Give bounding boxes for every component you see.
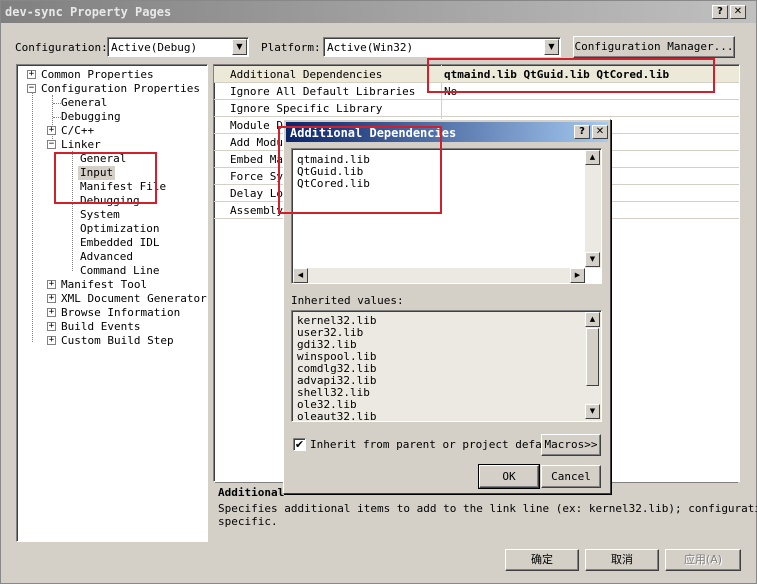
inherited-vscrollbar[interactable]: ▲ ▼ [585,312,601,420]
highlight-box-entries [278,126,442,214]
scroll-left-icon[interactable]: ◀ [293,268,308,283]
scroll-up-icon[interactable]: ▲ [585,150,600,165]
inherit-checkbox-label: Inherit from parent or project default [310,438,562,451]
tree-configuration-properties[interactable]: Configuration Properties [41,82,200,96]
configuration-manager-label: Configuration Manager... [574,40,734,53]
expand-icon[interactable]: + [47,322,56,331]
tree-general[interactable]: General [61,96,107,110]
expand-icon[interactable]: + [47,280,56,289]
ok-label: 确定 [531,553,553,566]
cancel-label: 取消 [611,553,633,566]
expand-icon[interactable]: + [27,70,36,79]
expand-icon[interactable]: + [47,126,56,135]
popup-cancel-label: Cancel [551,470,591,483]
inherited-values-label: Inherited values: [291,294,404,307]
configuration-manager-button[interactable]: Configuration Manager... [573,36,735,58]
description-text-1: Specifies additional items to add to the… [218,502,757,515]
description-text-2: specific. [218,515,278,528]
tree-linker-embedded-idl[interactable]: Embedded IDL [80,236,159,250]
popup-cancel-button[interactable]: Cancel [541,465,601,488]
macros-button[interactable]: Macros>> [541,434,601,456]
scroll-right-icon[interactable]: ▶ [570,268,585,283]
tree-linker[interactable]: Linker [61,138,101,152]
title-bar: dev-sync Property Pages ? ✕ [1,1,756,23]
tree-linker-advanced[interactable]: Advanced [80,250,133,264]
tree-build-events[interactable]: Build Events [61,320,140,334]
tree-manifest-tool[interactable]: Manifest Tool [61,278,147,292]
scroll-thumb[interactable] [586,328,599,386]
grid-row-ignore-specific[interactable]: Ignore Specific Library [214,100,739,117]
apply-button[interactable]: 应用(A) [665,549,741,571]
platform-label: Platform: [261,41,321,54]
inherited-entry: oleaut32.lib [297,410,377,423]
category-tree: + Common Properties − Configuration Prop… [16,64,208,542]
inherited-values-list: kernel32.lib user32.lib gdi32.lib winspo… [291,310,602,423]
highlight-box-input [54,152,157,204]
tree-debugging[interactable]: Debugging [61,110,121,124]
grid-row-name: Ignore All Default Libraries [230,85,416,98]
expand-icon[interactable]: + [47,308,56,317]
tree-common-properties[interactable]: Common Properties [41,68,154,82]
popup-help-button[interactable]: ? [574,125,590,139]
description-title: Additional [218,486,285,499]
tree-xml-document-generator[interactable]: XML Document Generator [61,292,207,306]
popup-ok-button[interactable]: OK [478,464,540,489]
tree-cpp[interactable]: C/C++ [61,124,94,138]
platform-value: Active(Win32) [327,41,414,54]
close-icon[interactable]: ✕ [730,5,746,19]
chevron-down-icon[interactable]: ▼ [544,39,559,55]
tree-linker-command-line[interactable]: Command Line [80,264,159,278]
tree-linker-system[interactable]: System [80,208,120,222]
popup-ok-label: OK [502,470,516,483]
collapse-icon[interactable]: − [27,84,36,93]
grid-row-name: Additional Dependencies [230,68,383,81]
help-button[interactable]: ? [712,5,728,19]
grid-row-name: Ignore Specific Library [230,102,383,115]
window-title: dev-sync Property Pages [5,5,172,19]
cancel-button[interactable]: 取消 [585,549,659,571]
expand-icon[interactable]: + [47,336,56,345]
ok-button[interactable]: 确定 [505,549,579,571]
configuration-label: Configuration: [15,41,108,54]
textarea-hscrollbar[interactable]: ◀ ▶ [293,268,585,283]
scroll-up-icon[interactable]: ▲ [585,312,600,327]
platform-select[interactable]: Active(Win32) ▼ [323,37,561,57]
macros-label: Macros>> [544,438,598,451]
chevron-down-icon[interactable]: ▼ [232,39,247,55]
tree-custom-build-step[interactable]: Custom Build Step [61,334,174,348]
configuration-value: Active(Debug) [111,41,198,54]
tree-browse-information[interactable]: Browse Information [61,306,180,320]
popup-close-icon[interactable]: ✕ [592,125,608,139]
apply-label: 应用(A) [683,553,723,566]
scroll-down-icon[interactable]: ▼ [585,252,600,267]
expand-icon[interactable]: + [47,294,56,303]
textarea-vscrollbar[interactable]: ▲ ▼ [585,150,601,268]
scroll-down-icon[interactable]: ▼ [585,404,600,419]
inherit-checkbox[interactable]: ✔ [293,438,306,451]
configuration-select[interactable]: Active(Debug) ▼ [107,37,249,57]
tree-linker-optimization[interactable]: Optimization [80,222,159,236]
collapse-icon[interactable]: − [47,140,56,149]
highlight-box-value [427,58,715,93]
grid-row-name: Assembly [230,204,283,217]
